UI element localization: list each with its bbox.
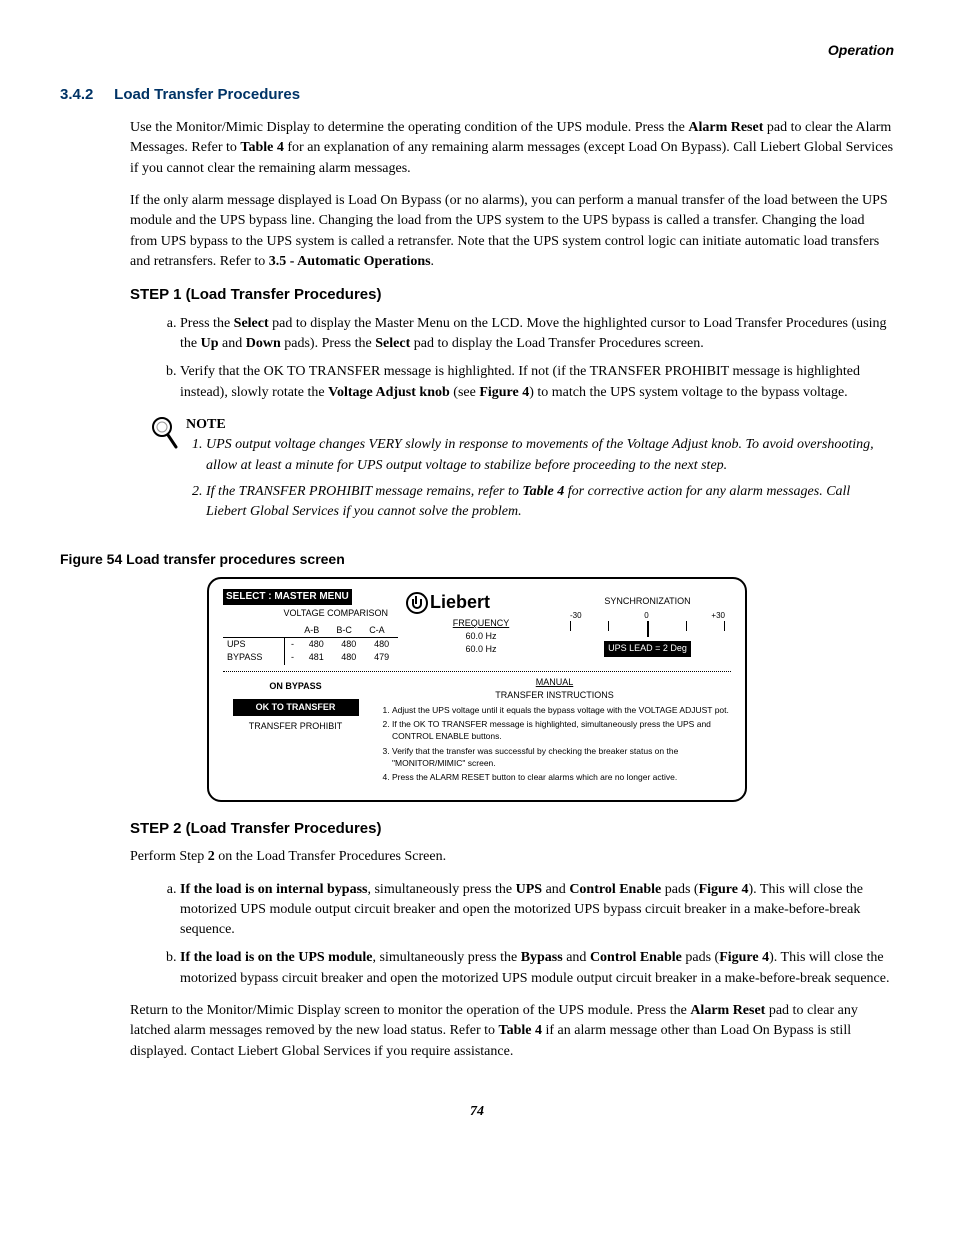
screen-title: SELECT : MASTER MENU bbox=[223, 589, 352, 606]
note-block: NOTE UPS output voltage changes VERY slo… bbox=[150, 415, 894, 534]
list-item: Verify that the transfer was successful … bbox=[392, 745, 731, 770]
list-item: If the load is on the UPS module, simult… bbox=[180, 948, 894, 989]
status-column: ON BYPASS OK TO TRANSFER TRANSFER PROHIB… bbox=[223, 676, 368, 786]
step1-list: Press the Select pad to display the Mast… bbox=[150, 314, 894, 403]
list-item: Press the Select pad to display the Mast… bbox=[180, 314, 894, 355]
table-row: UPS - 480 480 480 bbox=[223, 638, 398, 652]
table-row: BYPASS - 481 480 479 bbox=[223, 651, 398, 664]
instructions-heading: MANUAL TRANSFER INSTRUCTIONS bbox=[378, 676, 731, 702]
instructions-list: Adjust the UPS voltage until it equals t… bbox=[392, 704, 731, 784]
page-number: 74 bbox=[60, 1102, 894, 1122]
ups-lead-badge: UPS LEAD = 2 Deg bbox=[604, 641, 691, 656]
lcd-screen: SELECT : MASTER MENU VOLTAGE COMPARISON … bbox=[207, 577, 747, 802]
frequency-block: FREQUENCY 60.0 Hz 60.0 Hz bbox=[406, 617, 556, 656]
step2-heading: STEP 2 (Load Transfer Procedures) bbox=[130, 818, 894, 840]
list-item: Press the ALARM RESET button to clear al… bbox=[392, 771, 731, 783]
liebert-logo: Liebert bbox=[406, 589, 556, 615]
section-title: Load Transfer Procedures bbox=[114, 86, 300, 103]
step2-list: If the load is on internal bypass, simul… bbox=[150, 880, 894, 989]
paragraph: Return to the Monitor/Mimic Display scre… bbox=[130, 1001, 894, 1062]
paragraph: If the only alarm message displayed is L… bbox=[130, 191, 894, 272]
note-item: If the TRANSFER PROHIBIT message remains… bbox=[206, 482, 894, 523]
ok-to-transfer-box: OK TO TRANSFER bbox=[233, 699, 359, 716]
list-item: Verify that the OK TO TRANSFER message i… bbox=[180, 362, 894, 403]
instructions-column: MANUAL TRANSFER INSTRUCTIONS Adjust the … bbox=[378, 676, 731, 786]
running-header: Operation bbox=[60, 40, 894, 60]
transfer-prohibit-label: TRANSFER PROHIBIT bbox=[223, 720, 368, 733]
paragraph: Use the Monitor/Mimic Display to determi… bbox=[130, 118, 894, 179]
note-item: UPS output voltage changes VERY slowly i… bbox=[206, 435, 894, 476]
power-icon bbox=[406, 592, 428, 614]
list-item: Adjust the UPS voltage until it equals t… bbox=[392, 704, 731, 716]
sync-label: SYNCHRONIZATION bbox=[564, 595, 731, 608]
on-bypass-label: ON BYPASS bbox=[223, 680, 368, 693]
sync-gauge: -30 0 +30 bbox=[570, 610, 725, 622]
figure-caption: Figure 54 Load transfer procedures scree… bbox=[60, 549, 894, 569]
magnifier-icon bbox=[150, 415, 186, 534]
note-label: NOTE bbox=[186, 415, 894, 435]
list-item: If the OK TO TRANSFER message is highlig… bbox=[392, 718, 731, 743]
voltage-table: A-B B-C C-A UPS - 480 480 480 BYPASS - bbox=[223, 624, 398, 664]
list-item: If the load is on internal bypass, simul… bbox=[180, 880, 894, 941]
section-heading: 3.4.2 Load Transfer Procedures bbox=[60, 84, 894, 106]
step1-heading: STEP 1 (Load Transfer Procedures) bbox=[130, 284, 894, 306]
section-number: 3.4.2 bbox=[60, 84, 110, 106]
paragraph: Perform Step 2 on the Load Transfer Proc… bbox=[130, 847, 894, 867]
voltage-comparison-label: VOLTAGE COMPARISON bbox=[223, 607, 388, 620]
gauge-ticks bbox=[570, 621, 725, 637]
